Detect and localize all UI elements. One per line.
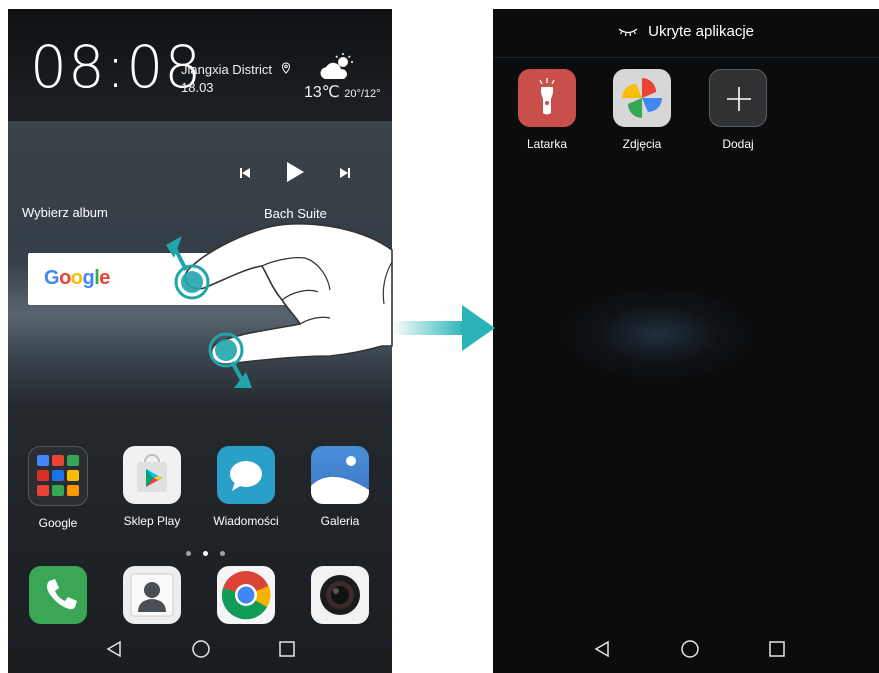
play-store-icon xyxy=(123,446,181,504)
home-icon[interactable] xyxy=(680,639,700,664)
play-icon[interactable] xyxy=(285,161,305,188)
app-label: Sklep Play xyxy=(123,514,181,528)
navigation-bar xyxy=(8,629,392,673)
closed-eye-icon xyxy=(618,24,638,41)
app-label: Google xyxy=(38,516,78,530)
temperature-range: 20°/12° xyxy=(344,88,381,100)
previous-track-icon[interactable] xyxy=(239,166,251,184)
transition-arrow-icon xyxy=(395,305,495,351)
clock-display: 08:08 xyxy=(30,33,203,101)
song-title: Bach Suite xyxy=(264,206,327,221)
recent-apps-icon[interactable] xyxy=(767,639,787,664)
messages-icon xyxy=(217,446,275,504)
app-label: Wiadomości xyxy=(213,514,279,528)
current-temperature: 13℃ xyxy=(304,84,340,101)
app-messages[interactable]: Wiadomości xyxy=(206,446,286,528)
location-pin-icon xyxy=(281,62,291,77)
app-google-folder[interactable]: Google xyxy=(18,446,98,530)
app-gallery[interactable]: Galeria xyxy=(300,446,380,528)
next-track-icon[interactable] xyxy=(339,166,351,184)
google-folder-icon xyxy=(28,446,88,506)
clock-weather-widget[interactable]: 08:08 Jiangxia District 18.03 13℃ 20°/12… xyxy=(8,9,392,121)
hidden-app-flashlight[interactable]: Latarka xyxy=(507,69,587,151)
location-label: Jiangxia District xyxy=(181,62,273,77)
page-dot xyxy=(186,551,191,556)
chrome-icon[interactable] xyxy=(217,566,275,624)
back-icon[interactable] xyxy=(593,639,613,664)
navigation-bar xyxy=(493,629,879,673)
app-label: Zdjęcia xyxy=(622,137,662,151)
page-indicator xyxy=(180,543,231,561)
header-divider xyxy=(493,57,879,58)
partly-cloudy-icon xyxy=(319,53,355,81)
app-label: Latarka xyxy=(526,137,568,151)
background-glow xyxy=(563,289,753,379)
home-screen: 08:08 Jiangxia District 18.03 13℃ 20°/12… xyxy=(8,9,392,673)
date-label: 18.03 xyxy=(181,80,214,95)
photos-icon xyxy=(613,69,671,127)
home-icon[interactable] xyxy=(191,639,211,664)
gallery-icon xyxy=(311,446,369,504)
app-label: Dodaj xyxy=(722,137,754,151)
phone-icon[interactable] xyxy=(29,566,87,624)
contacts-icon[interactable] xyxy=(123,566,181,624)
camera-icon[interactable] xyxy=(311,566,369,624)
choose-album-label[interactable]: Wybierz album xyxy=(22,205,108,220)
hidden-app-photos[interactable]: Zdjęcia xyxy=(602,69,682,151)
google-logo: Google xyxy=(44,267,110,289)
hidden-apps-screen: Ukryte aplikacje Latarka Zdjęcia Dodaj xyxy=(493,9,879,673)
add-icon xyxy=(709,69,767,127)
back-icon[interactable] xyxy=(105,639,125,664)
flashlight-icon xyxy=(518,69,576,127)
google-search-widget[interactable]: Google xyxy=(28,253,290,305)
hidden-apps-header: Ukryte aplikacje xyxy=(493,23,879,41)
location-row: Jiangxia District xyxy=(181,62,291,77)
recent-apps-icon[interactable] xyxy=(277,639,297,664)
page-dot-active xyxy=(203,551,208,556)
add-hidden-app-button[interactable]: Dodaj xyxy=(698,69,778,151)
hidden-apps-title: Ukryte aplikacje xyxy=(648,23,755,40)
app-label: Galeria xyxy=(320,514,360,528)
page-dot xyxy=(220,551,225,556)
temperature-row: 13℃ 20°/12° xyxy=(304,82,381,102)
app-play-store[interactable]: Sklep Play xyxy=(112,446,192,528)
